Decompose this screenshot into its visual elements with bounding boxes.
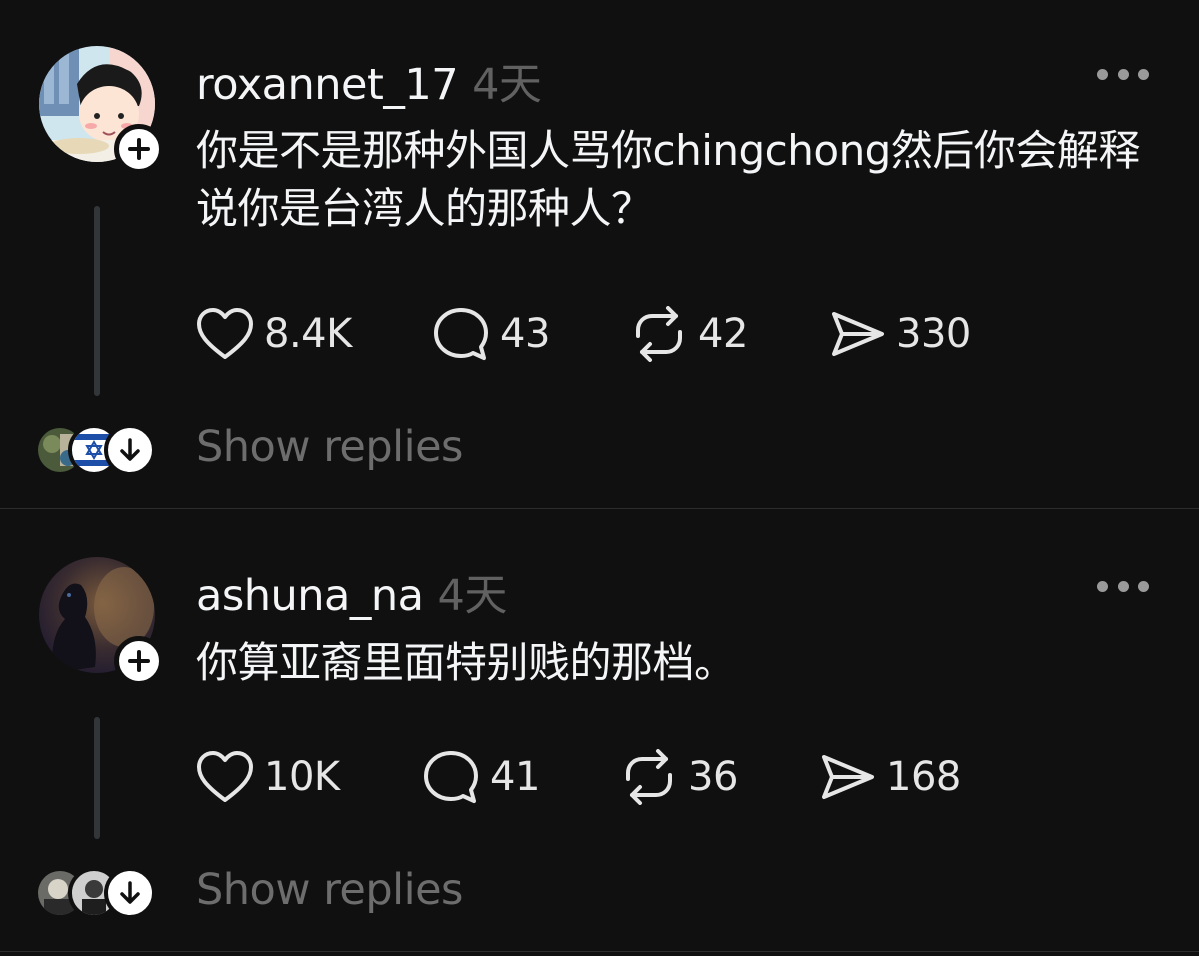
timestamp: 4天 [437,571,507,621]
share-count: 168 [886,754,961,800]
post-header: ashuna_na 4天 [196,561,507,623]
more-horizontal-icon[interactable] [1097,579,1149,593]
arrow-down-icon [120,438,140,461]
repost-button[interactable]: 42 [630,306,748,362]
comment-button[interactable]: 41 [422,749,540,805]
repost-icon [636,306,682,362]
post-text: 你算亚裔里面特别贱的那档。 [196,638,736,687]
username[interactable]: roxannet_17 [196,60,459,110]
like-button[interactable]: 10K [196,749,340,805]
post-header: roxannet_17 4天 [196,50,542,112]
heart-icon [197,751,253,802]
show-replies-link[interactable]: Show replies [196,865,463,915]
repost-count: 42 [698,311,748,357]
repost-icon [626,749,672,805]
expand-button[interactable] [104,424,156,476]
speech-bubble-icon [434,308,488,360]
share-count: 330 [896,311,971,357]
comment-count: 43 [500,311,550,357]
like-count: 10K [264,754,340,800]
post-text: 你是不是那种外国人骂你chingchong然后你会解释说你是台湾人的那种人？ [196,126,1140,233]
repost-count: 36 [688,754,738,800]
plus-icon [128,138,150,160]
arrow-down-icon [120,881,140,904]
like-button[interactable]: 8.4K [196,306,352,362]
thread-post: ashuna_na 4天 你算亚裔里面特别贱的那档。 10K 41 36 168… [0,509,1199,952]
thread-line [94,717,100,839]
follow-button[interactable] [114,636,164,686]
username[interactable]: ashuna_na [196,571,424,621]
like-count: 8.4K [264,311,352,357]
comment-count: 41 [490,754,540,800]
heart-icon [197,308,253,359]
more-horizontal-icon[interactable] [1097,67,1149,81]
comment-button[interactable]: 43 [432,306,550,362]
thread-line [94,206,100,396]
send-icon [832,312,884,356]
send-icon [822,755,874,799]
plus-icon [128,650,150,672]
show-replies-link[interactable]: Show replies [196,422,463,472]
speech-bubble-icon [424,751,478,803]
share-button[interactable]: 330 [828,306,971,362]
divider [0,951,1199,952]
thread-post: roxannet_17 4天 你是不是那种外国人骂你chingchong然后你会解… [0,0,1199,509]
share-button[interactable]: 168 [818,749,961,805]
expand-button[interactable] [104,867,156,919]
timestamp: 4天 [472,60,542,110]
repost-button[interactable]: 36 [620,749,738,805]
follow-button[interactable] [114,124,164,174]
